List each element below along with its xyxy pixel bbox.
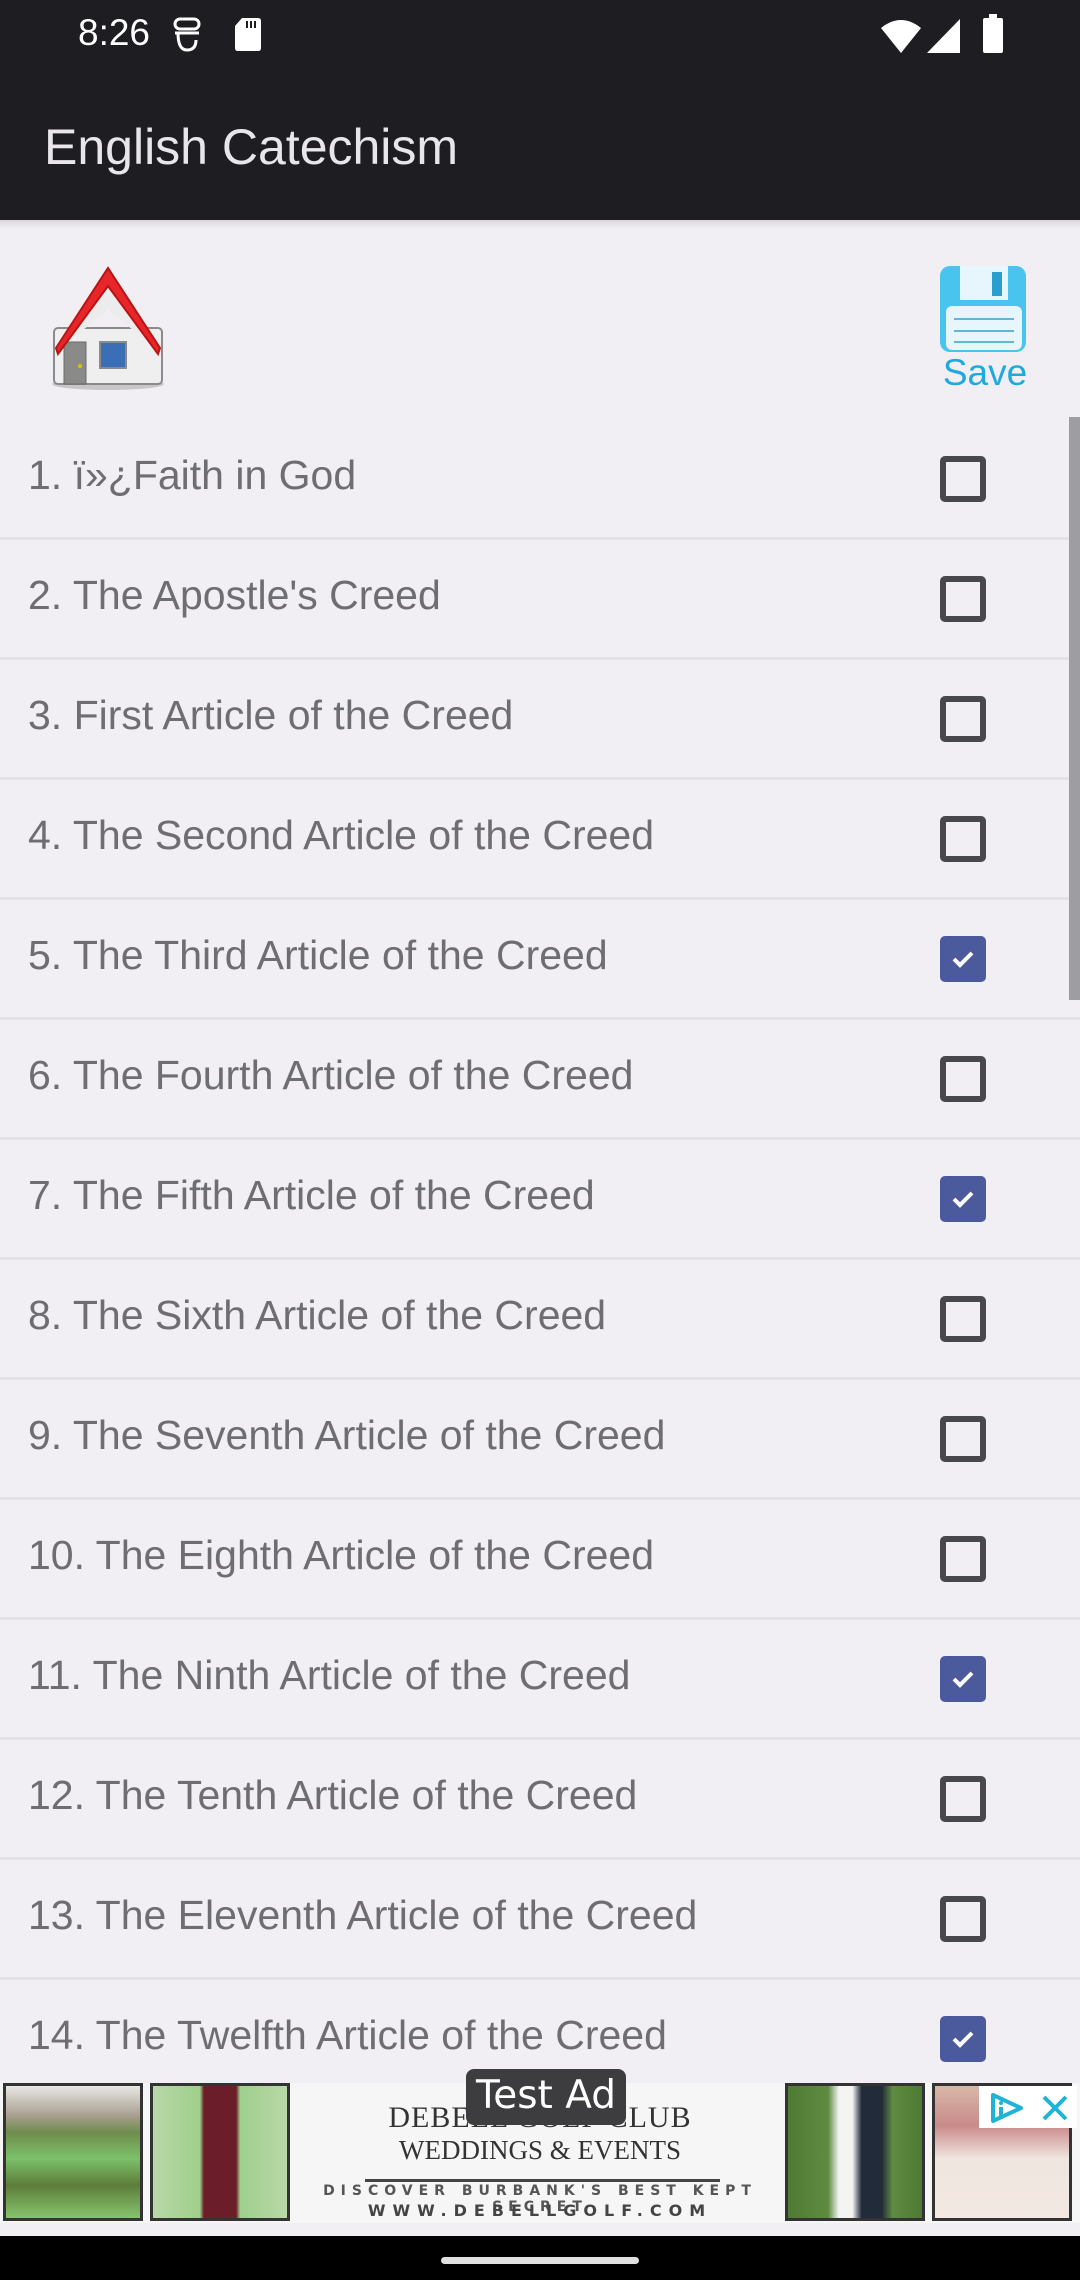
lesson-label: 12. The Tenth Article of the Creed [28, 1772, 638, 1818]
lesson-checkbox[interactable] [940, 2016, 986, 2062]
lesson-checkbox[interactable] [940, 696, 986, 742]
lesson-checkbox[interactable] [940, 1656, 986, 1702]
checkmark-icon [952, 1191, 974, 1208]
lesson-checkbox[interactable] [940, 1296, 986, 1342]
lesson-label: 9. The Seventh Article of the Creed [28, 1412, 666, 1458]
lesson-label: 10. The Eighth Article of the Creed [28, 1532, 655, 1578]
lesson-row[interactable]: 13. The Eleventh Article of the Creed [0, 1860, 1080, 1980]
checkmark-icon [952, 1671, 974, 1688]
lesson-row[interactable]: 2. The Apostle's Creed [0, 540, 1080, 660]
house-icon [52, 266, 164, 390]
ad-divider [365, 2179, 720, 2182]
scrollbar[interactable] [1069, 417, 1080, 1000]
save-button[interactable]: Save [930, 256, 1040, 393]
signal-icon [926, 18, 962, 59]
lesson-label: 14. The Twelfth Article of the Creed [28, 2012, 667, 2058]
toolbar: Save [0, 228, 1080, 418]
lesson-label: 11. The Ninth Article of the Creed [28, 1652, 631, 1698]
lesson-label: 6. The Fourth Article of the Creed [28, 1052, 634, 1098]
lesson-label: 7. The Fifth Article of the Creed [28, 1172, 595, 1218]
lesson-list: 1. ï»¿Faith in God 2. The Apostle's Creed… [0, 420, 1080, 2100]
sd-card-icon [234, 16, 262, 57]
lesson-label: 8. The Sixth Article of the Creed [28, 1292, 607, 1338]
app-title: English Catechism [44, 119, 459, 175]
test-ad-badge: Test Ad [466, 2069, 626, 2125]
close-icon[interactable] [1041, 2094, 1069, 2122]
ad-photo-bride-groom [785, 2083, 925, 2221]
lesson-checkbox[interactable] [940, 1896, 986, 1942]
lesson-checkbox[interactable] [940, 456, 986, 502]
lesson-row[interactable]: 12. The Tenth Article of the Creed [0, 1740, 1080, 1860]
home-gesture-handle[interactable] [441, 2257, 639, 2264]
lesson-checkbox[interactable] [940, 1176, 986, 1222]
lesson-row[interactable]: 9. The Seventh Article of the Creed [0, 1380, 1080, 1500]
lesson-label: 4. The Second Article of the Creed [28, 812, 655, 858]
lesson-row[interactable]: 1. ï»¿Faith in God [0, 420, 1080, 540]
lesson-checkbox[interactable] [940, 936, 986, 982]
status-bar: 8:26 [0, 0, 1080, 70]
vpn-key-icon [172, 16, 202, 59]
wifi-icon [880, 18, 922, 59]
checkmark-icon [952, 951, 974, 968]
floppy-disk-icon [940, 266, 1026, 352]
lesson-checkbox[interactable] [940, 1776, 986, 1822]
home-button[interactable] [40, 258, 180, 398]
ad-choices-icon [991, 2093, 1023, 2123]
lesson-label: 5. The Third Article of the Creed [28, 932, 608, 978]
lesson-checkbox[interactable] [940, 816, 986, 862]
lesson-label: 13. The Eleventh Article of the Creed [28, 1892, 698, 1938]
checkmark-icon [952, 2031, 974, 2048]
lesson-checkbox[interactable] [940, 1536, 986, 1582]
lesson-checkbox[interactable] [940, 1416, 986, 1462]
app-bar-shadow [0, 220, 1080, 228]
lesson-row[interactable]: 3. First Article of the Creed [0, 660, 1080, 780]
lesson-row[interactable]: 5. The Third Article of the Creed [0, 900, 1080, 1020]
lesson-row[interactable]: 7. The Fifth Article of the Creed [0, 1140, 1080, 1260]
lesson-label: 3. First Article of the Creed [28, 692, 514, 738]
lesson-row[interactable]: 6. The Fourth Article of the Creed [0, 1020, 1080, 1140]
lesson-checkbox[interactable] [940, 1056, 986, 1102]
ad-photo-couple [150, 2083, 290, 2221]
app-bar: English Catechism [0, 70, 1080, 220]
lesson-label: 1. ï»¿Faith in God [28, 452, 357, 498]
lesson-row[interactable]: 11. The Ninth Article of the Creed [0, 1620, 1080, 1740]
lesson-label: 2. The Apostle's Creed [28, 572, 441, 618]
ad-subtitle: WEDDINGS & EVENTS [399, 2135, 681, 2165]
save-label: Save [942, 352, 1028, 393]
battery-icon [982, 14, 1004, 59]
ad-url: WWW.DEBELLGOLF.COM [367, 2201, 713, 2220]
lesson-row[interactable]: 8. The Sixth Article of the Creed [0, 1260, 1080, 1380]
lesson-checkbox[interactable] [940, 576, 986, 622]
status-time: 8:26 [78, 12, 151, 53]
ad-photo-venue [3, 2083, 143, 2221]
lesson-row[interactable]: 10. The Eighth Article of the Creed [0, 1500, 1080, 1620]
ad-choices[interactable] [979, 2086, 1077, 2128]
lesson-row[interactable]: 4. The Second Article of the Creed [0, 780, 1080, 900]
